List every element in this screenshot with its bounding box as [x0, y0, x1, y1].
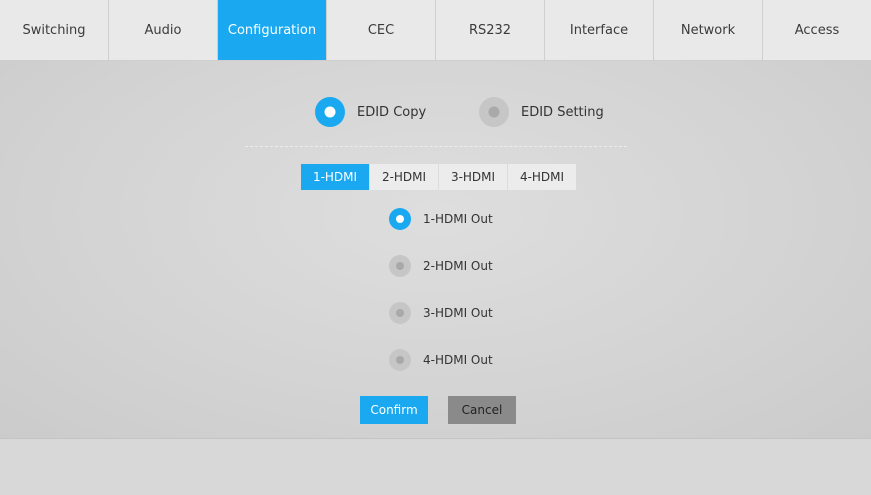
output-label: 1-HDMI Out — [423, 212, 493, 226]
source-tab-3-hdmi[interactable]: 3-HDMI — [439, 164, 507, 190]
output-radio-1-hdmi-out[interactable]: 1-HDMI Out — [389, 208, 493, 230]
tab-audio[interactable]: Audio — [109, 0, 218, 60]
radio-unselected-icon — [389, 302, 411, 324]
confirm-button[interactable]: Confirm — [360, 396, 428, 424]
edid-copy-radio[interactable]: EDID Copy — [315, 97, 426, 127]
tab-switching[interactable]: Switching — [0, 0, 109, 60]
radio-unselected-icon — [479, 97, 509, 127]
radio-selected-icon — [315, 97, 345, 127]
source-tabs: 1-HDMI 2-HDMI 3-HDMI 4-HDMI — [301, 164, 577, 190]
app-window: Switching Audio Configuration CEC RS232 … — [0, 0, 871, 495]
output-label: 3-HDMI Out — [423, 306, 493, 320]
tab-network[interactable]: Network — [654, 0, 763, 60]
edid-setting-label: EDID Setting — [521, 104, 604, 120]
radio-unselected-icon — [389, 349, 411, 371]
source-tab-2-hdmi[interactable]: 2-HDMI — [370, 164, 438, 190]
output-label: 2-HDMI Out — [423, 259, 493, 273]
tab-cec[interactable]: CEC — [327, 0, 436, 60]
output-radio-3-hdmi-out[interactable]: 3-HDMI Out — [389, 302, 493, 324]
tab-access[interactable]: Access — [763, 0, 871, 60]
radio-selected-icon — [389, 208, 411, 230]
footer-area — [0, 439, 871, 495]
tab-rs232[interactable]: RS232 — [436, 0, 545, 60]
output-radio-4-hdmi-out[interactable]: 4-HDMI Out — [389, 349, 493, 371]
edid-copy-label: EDID Copy — [357, 104, 427, 120]
configuration-panel: EDID Copy EDID Setting 1-HDMI 2-HDMI 3-H… — [0, 61, 871, 439]
edid-setting-radio[interactable]: EDID Setting — [479, 97, 604, 127]
tab-configuration[interactable]: Configuration — [218, 0, 327, 60]
cancel-button[interactable]: Cancel — [448, 396, 516, 424]
tab-interface[interactable]: Interface — [545, 0, 654, 60]
dashed-divider — [245, 146, 627, 147]
output-label: 4-HDMI Out — [423, 353, 493, 367]
source-tab-4-hdmi[interactable]: 4-HDMI — [508, 164, 576, 190]
source-tab-1-hdmi[interactable]: 1-HDMI — [301, 164, 369, 190]
top-navigation: Switching Audio Configuration CEC RS232 … — [0, 0, 871, 61]
radio-unselected-icon — [389, 255, 411, 277]
output-radio-2-hdmi-out[interactable]: 2-HDMI Out — [389, 255, 493, 277]
